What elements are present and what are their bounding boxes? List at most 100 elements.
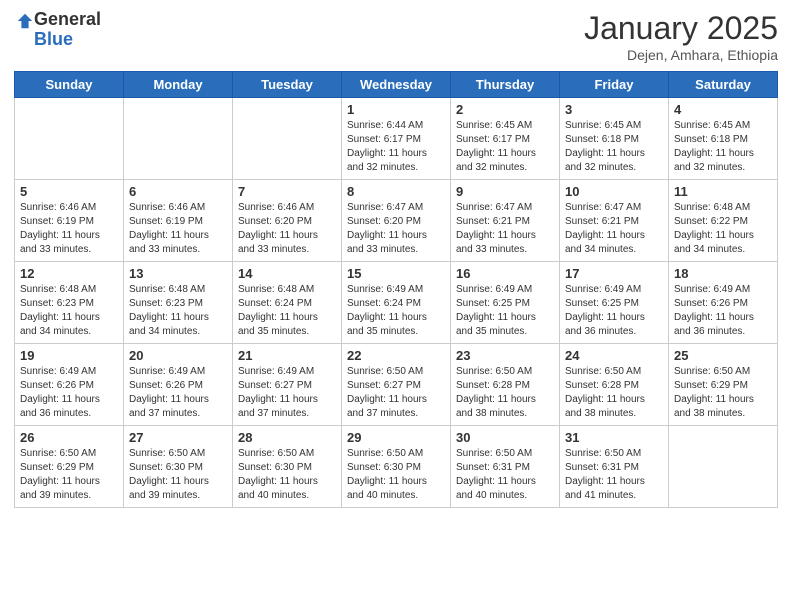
calendar-day-header: Saturday: [669, 72, 778, 98]
day-info: Sunrise: 6:45 AM Sunset: 6:18 PM Dayligh…: [674, 119, 772, 175]
day-info: Sunrise: 6:47 AM Sunset: 6:21 PM Dayligh…: [456, 201, 554, 257]
day-number: 22: [347, 348, 445, 363]
day-number: 9: [456, 184, 554, 199]
day-info: Sunrise: 6:50 AM Sunset: 6:29 PM Dayligh…: [20, 447, 118, 503]
day-number: 10: [565, 184, 663, 199]
day-info: Sunrise: 6:49 AM Sunset: 6:24 PM Dayligh…: [347, 283, 445, 339]
calendar-cell: 24Sunrise: 6:50 AM Sunset: 6:28 PM Dayli…: [560, 344, 669, 426]
calendar-cell: 21 Sunrise: 6:49 AM Sunset: 6:27 PM Dayli…: [233, 344, 342, 426]
day-info: Sunrise: 6:45 AM Sunset: 6:17 PM Dayligh…: [456, 119, 554, 175]
day-number: 26: [20, 430, 118, 445]
day-info: Sunrise: 6:49 AM Sunset: 6:25 PM Dayligh…: [456, 283, 554, 339]
day-info: Sunrise: 6:50 AM Sunset: 6:28 PM Dayligh…: [456, 365, 554, 421]
subtitle: Dejen, Amhara, Ethiopia: [584, 47, 778, 63]
day-number: 25: [674, 348, 772, 363]
day-info: Sunrise: 6:50 AM Sunset: 6:29 PM Dayligh…: [674, 365, 772, 421]
title-area: January 2025 Dejen, Amhara, Ethiopia: [584, 10, 778, 63]
day-number: 19: [20, 348, 118, 363]
calendar-cell: 15Sunrise: 6:49 AM Sunset: 6:24 PM Dayli…: [342, 262, 451, 344]
day-info: Sunrise: 6:46 AM Sunset: 6:19 PM Dayligh…: [129, 201, 227, 257]
calendar: SundayMondayTuesdayWednesdayThursdayFrid…: [14, 71, 778, 508]
day-info: Sunrise: 6:46 AM Sunset: 6:19 PM Dayligh…: [20, 201, 118, 257]
logo: General Blue: [14, 10, 101, 50]
day-number: 1: [347, 102, 445, 117]
day-info: Sunrise: 6:49 AM Sunset: 6:26 PM Dayligh…: [20, 365, 118, 421]
calendar-day-header: Monday: [124, 72, 233, 98]
calendar-cell: 20Sunrise: 6:49 AM Sunset: 6:26 PM Dayli…: [124, 344, 233, 426]
day-number: 24: [565, 348, 663, 363]
day-number: 7: [238, 184, 336, 199]
day-number: 11: [674, 184, 772, 199]
logo-text: General Blue: [34, 10, 101, 50]
day-number: 16: [456, 266, 554, 281]
calendar-day-header: Wednesday: [342, 72, 451, 98]
calendar-cell: 8Sunrise: 6:47 AM Sunset: 6:20 PM Daylig…: [342, 180, 451, 262]
day-number: 29: [347, 430, 445, 445]
calendar-cell: 7 Sunrise: 6:46 AM Sunset: 6:20 PM Daylig…: [233, 180, 342, 262]
calendar-day-header: Thursday: [451, 72, 560, 98]
day-number: 31: [565, 430, 663, 445]
day-number: 6: [129, 184, 227, 199]
calendar-day-header: Friday: [560, 72, 669, 98]
logo-general: General: [34, 10, 101, 30]
day-info: Sunrise: 6:50 AM Sunset: 6:30 PM Dayligh…: [129, 447, 227, 503]
header: General Blue January 2025 Dejen, Amhara,…: [14, 10, 778, 63]
day-info: Sunrise: 6:44 AM Sunset: 6:17 PM Dayligh…: [347, 119, 445, 175]
calendar-cell: 2Sunrise: 6:45 AM Sunset: 6:17 PM Daylig…: [451, 98, 560, 180]
calendar-cell: 18 Sunrise: 6:49 AM Sunset: 6:26 PM Dayli…: [669, 262, 778, 344]
page: General Blue January 2025 Dejen, Amhara,…: [0, 0, 792, 612]
day-number: 21: [238, 348, 336, 363]
day-info: Sunrise: 6:50 AM Sunset: 6:31 PM Dayligh…: [456, 447, 554, 503]
calendar-header-row: SundayMondayTuesdayWednesdayThursdayFrid…: [15, 72, 778, 98]
logo-icon: [16, 12, 34, 30]
calendar-cell: 16 Sunrise: 6:49 AM Sunset: 6:25 PM Dayli…: [451, 262, 560, 344]
month-title: January 2025: [584, 10, 778, 47]
calendar-week-row: 1 Sunrise: 6:44 AM Sunset: 6:17 PM Daylig…: [15, 98, 778, 180]
calendar-cell: 26 Sunrise: 6:50 AM Sunset: 6:29 PM Dayli…: [15, 426, 124, 508]
calendar-week-row: 12 Sunrise: 6:48 AM Sunset: 6:23 PM Dayli…: [15, 262, 778, 344]
calendar-cell: 10Sunrise: 6:47 AM Sunset: 6:21 PM Dayli…: [560, 180, 669, 262]
calendar-cell: 11 Sunrise: 6:48 AM Sunset: 6:22 PM Dayli…: [669, 180, 778, 262]
day-number: 5: [20, 184, 118, 199]
day-info: Sunrise: 6:48 AM Sunset: 6:23 PM Dayligh…: [129, 283, 227, 339]
day-info: Sunrise: 6:50 AM Sunset: 6:27 PM Dayligh…: [347, 365, 445, 421]
calendar-cell: 30 Sunrise: 6:50 AM Sunset: 6:31 PM Dayli…: [451, 426, 560, 508]
calendar-cell: 1 Sunrise: 6:44 AM Sunset: 6:17 PM Daylig…: [342, 98, 451, 180]
day-info: Sunrise: 6:46 AM Sunset: 6:20 PM Dayligh…: [238, 201, 336, 257]
calendar-cell: 3 Sunrise: 6:45 AM Sunset: 6:18 PM Daylig…: [560, 98, 669, 180]
day-info: Sunrise: 6:48 AM Sunset: 6:24 PM Dayligh…: [238, 283, 336, 339]
calendar-cell: 31 Sunrise: 6:50 AM Sunset: 6:31 PM Dayli…: [560, 426, 669, 508]
day-number: 30: [456, 430, 554, 445]
day-number: 20: [129, 348, 227, 363]
day-info: Sunrise: 6:50 AM Sunset: 6:31 PM Dayligh…: [565, 447, 663, 503]
calendar-cell: 25 Sunrise: 6:50 AM Sunset: 6:29 PM Dayli…: [669, 344, 778, 426]
day-info: Sunrise: 6:50 AM Sunset: 6:30 PM Dayligh…: [347, 447, 445, 503]
calendar-week-row: 26 Sunrise: 6:50 AM Sunset: 6:29 PM Dayli…: [15, 426, 778, 508]
day-info: Sunrise: 6:45 AM Sunset: 6:18 PM Dayligh…: [565, 119, 663, 175]
calendar-cell: [15, 98, 124, 180]
day-number: 27: [129, 430, 227, 445]
day-info: Sunrise: 6:48 AM Sunset: 6:22 PM Dayligh…: [674, 201, 772, 257]
day-number: 12: [20, 266, 118, 281]
calendar-week-row: 19 Sunrise: 6:49 AM Sunset: 6:26 PM Dayli…: [15, 344, 778, 426]
day-number: 18: [674, 266, 772, 281]
calendar-cell: 6 Sunrise: 6:46 AM Sunset: 6:19 PM Daylig…: [124, 180, 233, 262]
calendar-cell: 22 Sunrise: 6:50 AM Sunset: 6:27 PM Dayli…: [342, 344, 451, 426]
calendar-cell: 13Sunrise: 6:48 AM Sunset: 6:23 PM Dayli…: [124, 262, 233, 344]
day-info: Sunrise: 6:49 AM Sunset: 6:26 PM Dayligh…: [674, 283, 772, 339]
calendar-week-row: 5 Sunrise: 6:46 AM Sunset: 6:19 PM Daylig…: [15, 180, 778, 262]
calendar-cell: 12Sunrise: 6:48 AM Sunset: 6:23 PM Dayli…: [15, 262, 124, 344]
calendar-cell: 23 Sunrise: 6:50 AM Sunset: 6:28 PM Dayli…: [451, 344, 560, 426]
day-info: Sunrise: 6:49 AM Sunset: 6:27 PM Dayligh…: [238, 365, 336, 421]
day-info: Sunrise: 6:47 AM Sunset: 6:20 PM Dayligh…: [347, 201, 445, 257]
calendar-day-header: Tuesday: [233, 72, 342, 98]
day-number: 17: [565, 266, 663, 281]
day-number: 3: [565, 102, 663, 117]
calendar-cell: [669, 426, 778, 508]
calendar-cell: 4Sunrise: 6:45 AM Sunset: 6:18 PM Daylig…: [669, 98, 778, 180]
day-number: 23: [456, 348, 554, 363]
calendar-cell: 27 Sunrise: 6:50 AM Sunset: 6:30 PM Dayli…: [124, 426, 233, 508]
calendar-cell: 28Sunrise: 6:50 AM Sunset: 6:30 PM Dayli…: [233, 426, 342, 508]
day-info: Sunrise: 6:49 AM Sunset: 6:25 PM Dayligh…: [565, 283, 663, 339]
logo-blue: Blue: [34, 30, 101, 50]
